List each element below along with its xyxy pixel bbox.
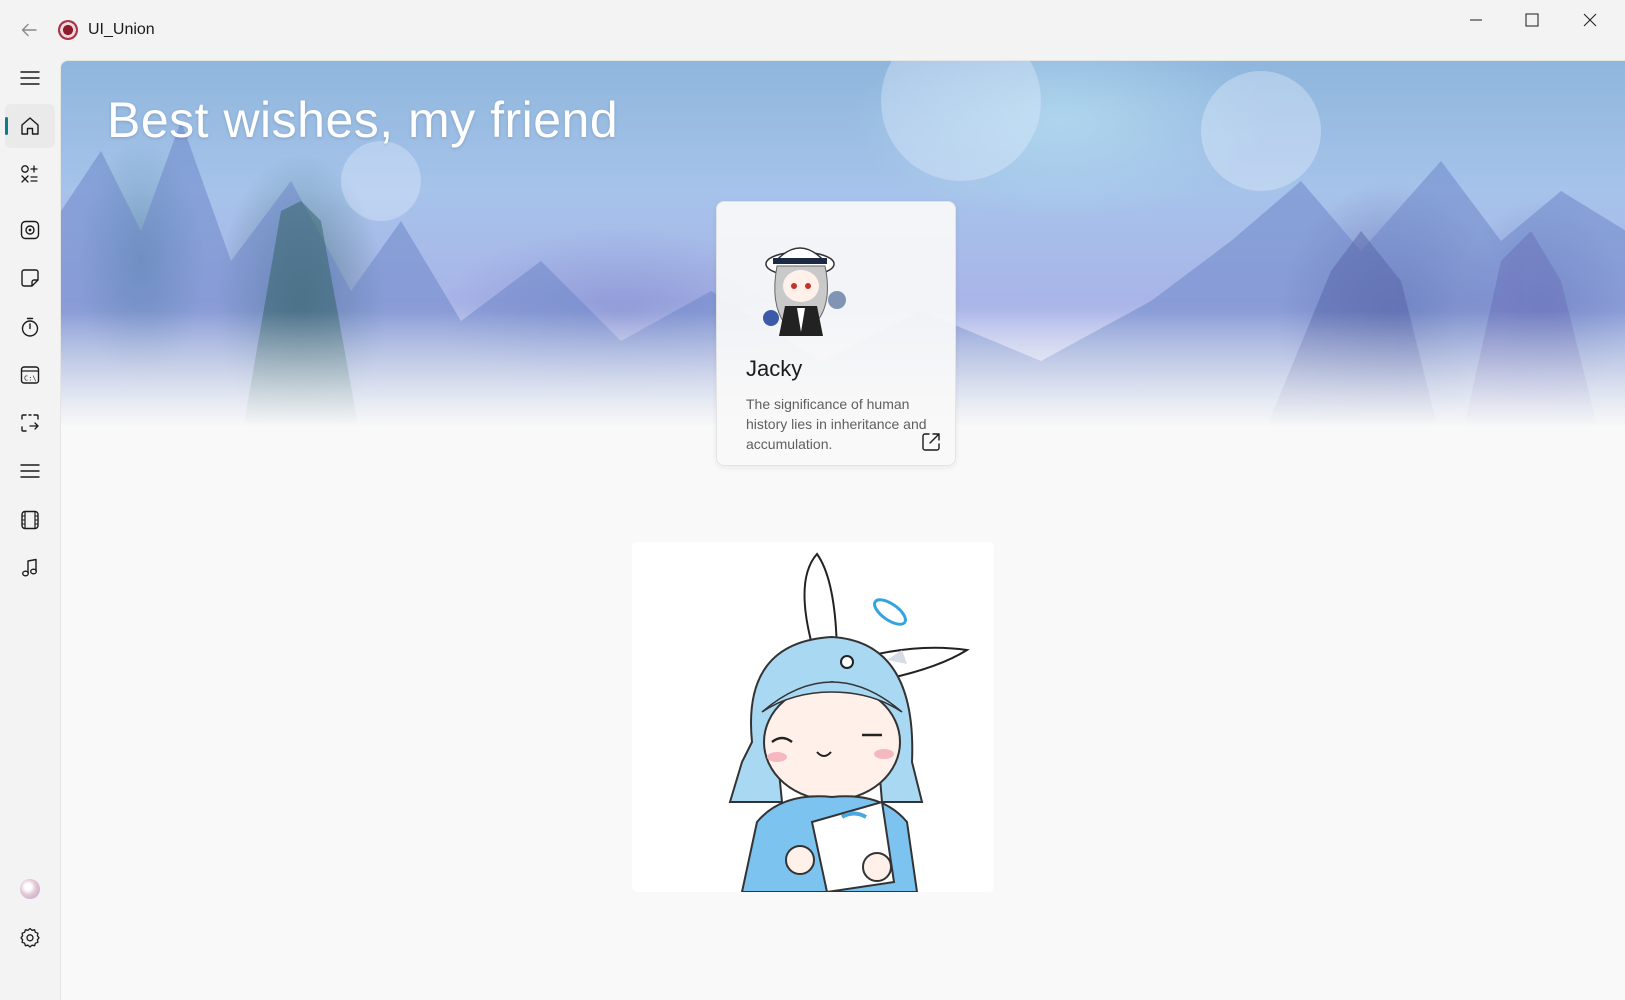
screen-clip-icon [21, 414, 39, 432]
camera-icon [20, 220, 40, 240]
close-icon [1583, 13, 1597, 27]
app-logo-icon [58, 20, 78, 40]
terminal-icon: C:\ [20, 366, 40, 384]
open-external-icon [922, 433, 940, 451]
nav-item-screen-clip[interactable] [5, 401, 55, 445]
profile-name: Jacky [746, 356, 803, 381]
user-avatar [20, 879, 40, 899]
settings-icon [20, 927, 40, 948]
svg-text:C:\: C:\ [24, 375, 37, 383]
featured-image-card [632, 542, 994, 892]
selection-indicator [5, 117, 8, 135]
back-arrow-icon [21, 23, 37, 37]
page-title: Best wishes, my friend [107, 92, 619, 148]
minimize-icon [1470, 19, 1482, 21]
profile-avatar-image [763, 247, 846, 336]
nav-item-apps[interactable] [5, 152, 55, 196]
nav-item-music[interactable] [5, 546, 55, 590]
hero-banner: Best wishes, my friend Jacky The signifi… [61, 61, 1625, 466]
home-page: Best wishes, my friend Jacky The signifi… [60, 60, 1625, 1000]
sticky-note-icon [21, 269, 39, 287]
nav-item-account[interactable] [5, 867, 55, 911]
nav-item-home[interactable] [5, 104, 55, 148]
title-bar: UI_Union [0, 0, 1625, 60]
menu-icon [20, 71, 40, 85]
minimize-button[interactable] [1448, 0, 1504, 40]
profile-description: The significance of human history lies i… [746, 396, 927, 452]
home-icon [21, 117, 39, 135]
nav-item-settings[interactable] [5, 915, 55, 959]
back-button[interactable] [12, 14, 46, 46]
film-icon [21, 510, 39, 530]
apps-icon [21, 165, 38, 183]
open-link-button[interactable] [920, 431, 942, 453]
maximize-button[interactable] [1504, 0, 1560, 40]
nav-item-camera[interactable] [5, 208, 55, 252]
nav-item-list[interactable] [5, 449, 55, 493]
profile-card[interactable]: Jacky The significance of human history … [716, 201, 956, 466]
window-title: UI_Union [88, 21, 155, 38]
timer-icon [21, 317, 39, 337]
nav-item-sticky-notes[interactable] [5, 256, 55, 300]
list-icon [20, 464, 40, 478]
nav-item-terminal[interactable]: C:\ [5, 353, 55, 397]
nav-item-timer[interactable] [5, 305, 55, 349]
navigation-pane: C:\ [0, 60, 60, 999]
nav-menu-toggle[interactable] [5, 56, 55, 100]
maximize-icon [1525, 13, 1539, 27]
music-icon [22, 558, 37, 577]
close-button[interactable] [1562, 0, 1618, 40]
featured-character-image [728, 552, 970, 892]
nav-item-video[interactable] [5, 498, 55, 542]
